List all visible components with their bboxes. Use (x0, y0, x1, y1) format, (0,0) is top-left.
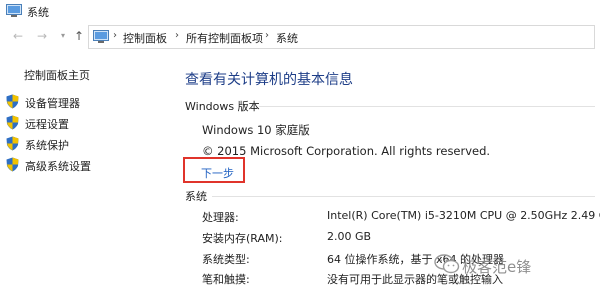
ram-label: 安装内存(RAM): (202, 232, 283, 245)
system-type-label: 系统类型: (202, 253, 250, 266)
uac-shield-icon (6, 115, 19, 130)
title-bar: 系统 (0, 0, 600, 22)
up-arrow-icon[interactable]: ↑ (71, 28, 87, 44)
next-step-link[interactable]: 下一步 (201, 165, 234, 181)
processor-value: Intel(R) Core(TM) i5-3210M CPU @ 2.50GHz… (327, 209, 600, 222)
breadcrumb-all-items[interactable]: 所有控制面板项 (186, 30, 263, 46)
forward-arrow-icon[interactable]: → (34, 28, 50, 44)
window-title: 系统 (27, 6, 49, 19)
sidebar-item-label: 系统保护 (25, 139, 69, 152)
page-title: 查看有关计算机的基本信息 (185, 72, 353, 88)
windows-edition-heading: Windows 版本 (185, 100, 260, 113)
section-divider (212, 196, 595, 197)
sidebar-item-label: 远程设置 (25, 118, 69, 131)
uac-shield-icon (6, 136, 19, 151)
copyright-text: © 2015 Microsoft Corporation. All rights… (202, 144, 491, 158)
sidebar-control-panel-home[interactable]: 控制面板主页 (24, 67, 90, 83)
pen-touch-label: 笔和触摸: (202, 273, 250, 286)
breadcrumb-control-panel[interactable]: 控制面板 (123, 30, 167, 46)
recent-locations-dropdown-icon[interactable]: ▾ (55, 28, 71, 44)
breadcrumb-separator: › (175, 30, 179, 41)
breadcrumb-separator: › (113, 30, 117, 41)
sidebar-item-label: 高级系统设置 (25, 160, 91, 173)
control-panel-icon (93, 30, 109, 43)
navigation-bar: ← → ▾ ↑ › 控制面板 › 所有控制面板项 › 系统 (0, 25, 600, 49)
ram-value: 2.00 GB (327, 230, 372, 243)
sidebar-item-label: 设备管理器 (25, 97, 80, 110)
uac-shield-icon (6, 157, 19, 172)
processor-label: 处理器: (202, 211, 239, 224)
system-monitor-icon (6, 4, 22, 17)
uac-shield-icon (6, 94, 19, 109)
wechat-logo-icon (434, 254, 460, 274)
system-heading: 系统 (185, 190, 207, 203)
windows-edition-value: Windows 10 家庭版 (202, 123, 310, 137)
address-bar[interactable]: › 控制面板 › 所有控制面板项 › 系统 (88, 25, 595, 49)
watermark-text: 极客范e锋 (462, 258, 532, 276)
breadcrumb-separator: › (265, 30, 269, 41)
breadcrumb-system[interactable]: 系统 (276, 30, 298, 46)
section-divider (259, 106, 595, 107)
back-arrow-icon[interactable]: ← (10, 28, 26, 44)
